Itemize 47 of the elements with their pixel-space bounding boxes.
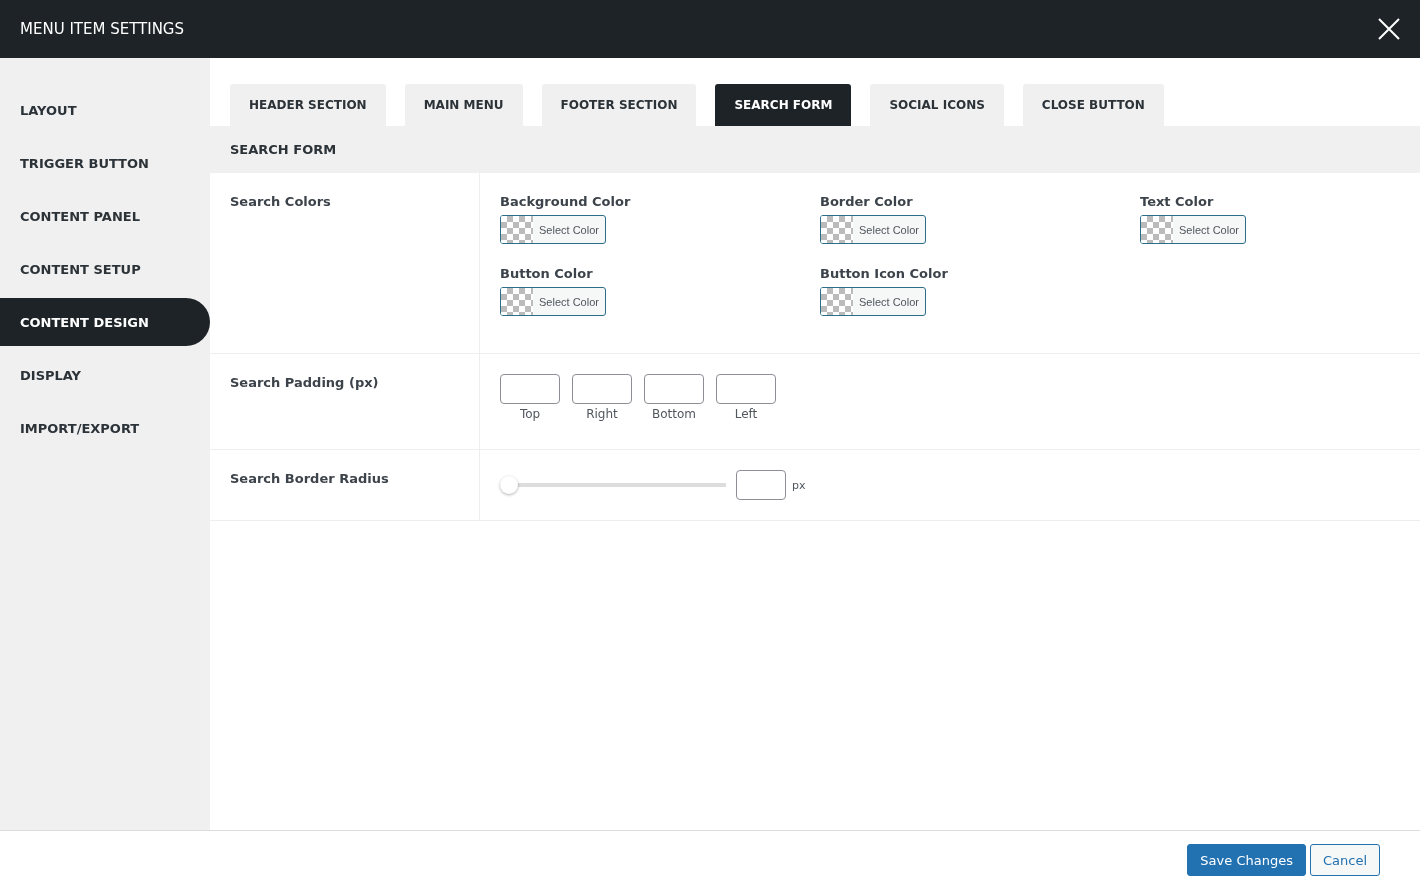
- padding-input[interactable]: [644, 374, 704, 404]
- transparent-swatch-icon: [501, 216, 533, 243]
- padding-input[interactable]: [500, 374, 560, 404]
- sidebar-item[interactable]: CONTENT PANEL: [0, 192, 210, 240]
- padding-input[interactable]: [716, 374, 776, 404]
- color-label: Text Color: [1140, 194, 1214, 209]
- color-label: Border Color: [820, 194, 913, 209]
- tab[interactable]: MAIN MENU: [404, 84, 523, 126]
- input-caption: Top: [519, 407, 541, 421]
- color-label: Button Color: [500, 266, 593, 281]
- transparent-swatch-icon: [821, 288, 853, 315]
- sidebar-item[interactable]: CONTENT SETUP: [0, 245, 210, 293]
- input-caption: Right: [586, 407, 618, 421]
- color-label: Background Color: [500, 194, 631, 209]
- select-color-button[interactable]: Select Color: [820, 215, 926, 244]
- tab[interactable]: CLOSE BUTTON: [1022, 84, 1164, 126]
- row-label: Search Colors: [230, 194, 331, 209]
- color-label: Button Icon Color: [820, 266, 948, 281]
- sidebar-item[interactable]: IMPORT/EXPORT: [0, 404, 210, 452]
- transparent-swatch-icon: [821, 216, 853, 243]
- sidebar-item[interactable]: TRIGGER BUTTON: [0, 139, 210, 187]
- transparent-swatch-icon: [1141, 216, 1173, 243]
- tab[interactable]: HEADER SECTION: [230, 84, 386, 126]
- tab[interactable]: SEARCH FORM: [715, 84, 852, 126]
- close-icon[interactable]: [1378, 18, 1400, 40]
- sidebar-item[interactable]: CONTENT DESIGN: [0, 298, 210, 346]
- select-color-button[interactable]: Select Color: [500, 287, 606, 316]
- padding-input[interactable]: [572, 374, 632, 404]
- transparent-swatch-icon: [501, 288, 533, 315]
- tab[interactable]: FOOTER SECTION: [541, 84, 697, 126]
- sidebar-item[interactable]: LAYOUT: [0, 86, 210, 134]
- cancel-button[interactable]: Cancel: [1309, 844, 1380, 876]
- row-label: Search Padding (px): [230, 375, 379, 390]
- select-color-button[interactable]: Select Color: [500, 215, 606, 244]
- window-title: MENU ITEM SETTINGS: [20, 20, 184, 38]
- select-color-button[interactable]: Select Color: [1140, 215, 1246, 244]
- input-caption: Left: [734, 407, 758, 421]
- slider-thumb[interactable]: [500, 476, 518, 494]
- row-label: Search Border Radius: [230, 471, 389, 486]
- unit-label: px: [792, 478, 806, 492]
- sidebar-item[interactable]: DISPLAY: [0, 351, 210, 399]
- input-caption: Bottom: [652, 407, 696, 421]
- radius-input[interactable]: [736, 470, 786, 500]
- section-title: SEARCH FORM: [230, 142, 337, 157]
- tab[interactable]: SOCIAL ICONS: [870, 84, 1004, 126]
- save-button[interactable]: Save Changes: [1187, 844, 1306, 876]
- select-color-button[interactable]: Select Color: [820, 287, 926, 316]
